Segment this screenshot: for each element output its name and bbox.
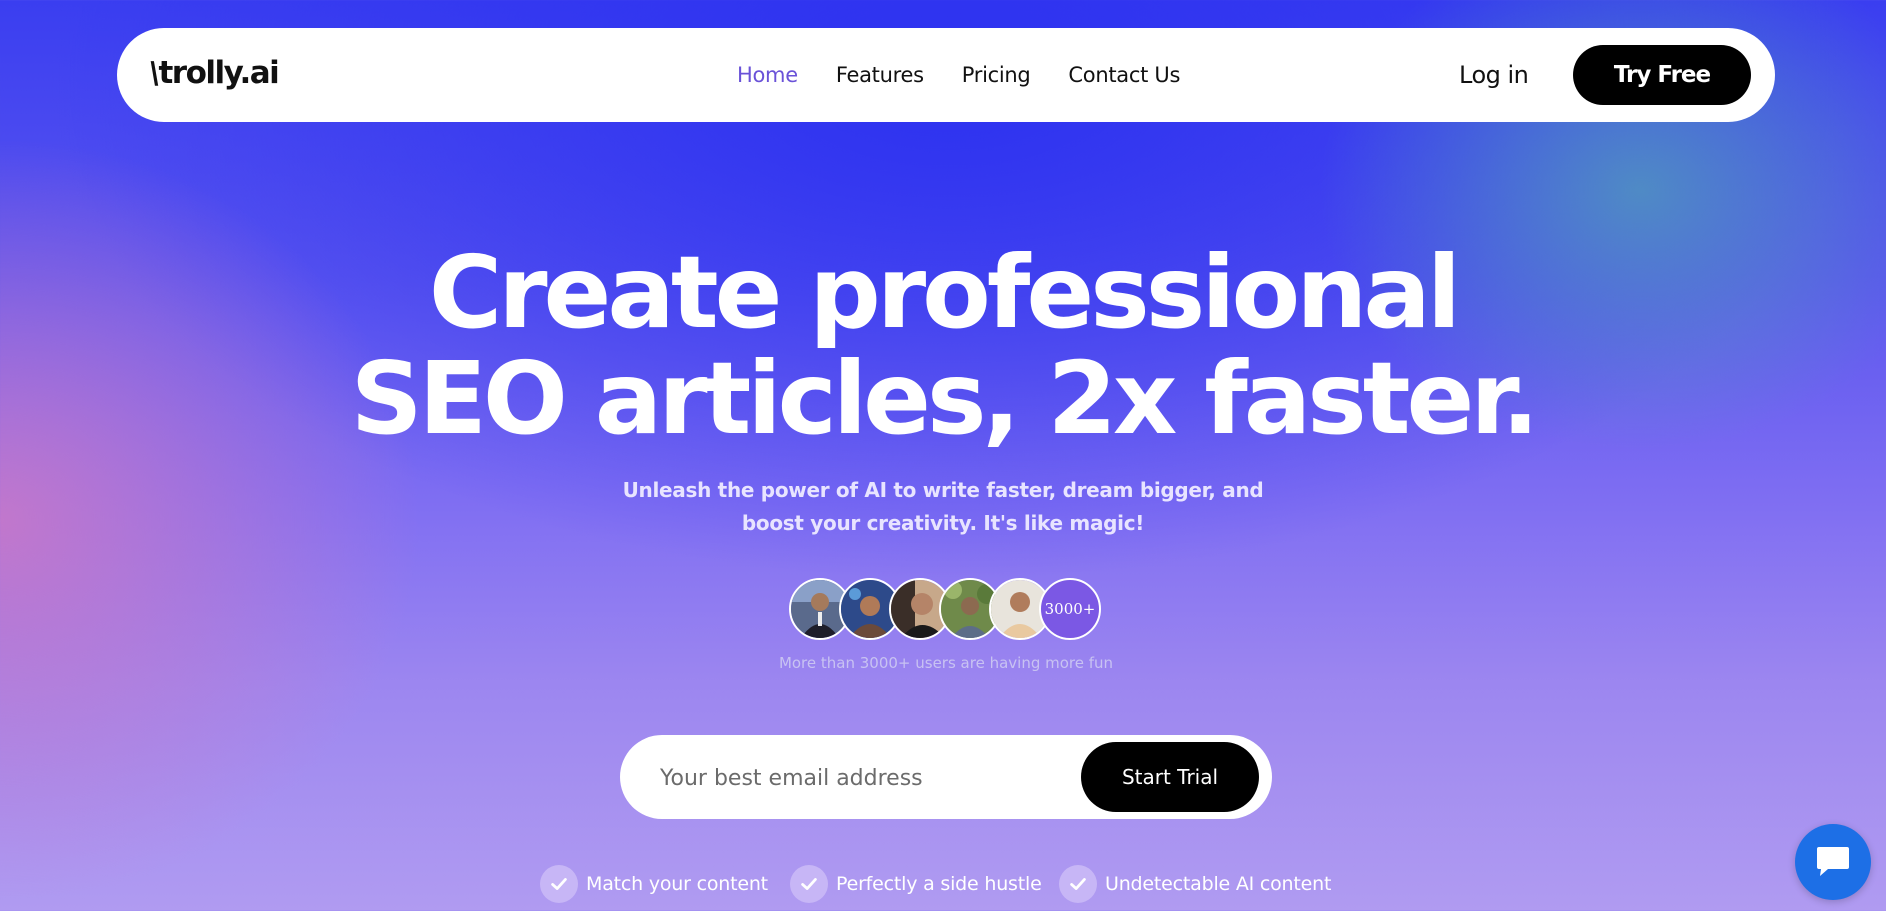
hero-title-line-2: SEO articles, 2x faster. <box>350 340 1540 457</box>
check-icon <box>1059 865 1097 903</box>
check-icon <box>540 865 578 903</box>
email-signup-form: Start Trial <box>620 735 1272 819</box>
trolly-logo[interactable]: \ trolly.ai <box>147 48 280 98</box>
feature-list: Match your content Perfectly a side hust… <box>0 864 1886 904</box>
nav-link-contact-us[interactable]: Contact Us <box>1068 63 1180 87</box>
feature-label: Match your content <box>586 873 768 895</box>
hero-subtitle: Unleash the power of AI to write faster,… <box>622 478 1264 535</box>
chat-widget-button[interactable] <box>1795 824 1871 900</box>
feature-label: Undetectable AI content <box>1105 873 1332 895</box>
chat-icon <box>1817 847 1849 876</box>
top-navbar: \ trolly.ai Home Features Pricing Contact… <box>117 28 1775 122</box>
hero-title-line-1: Create professional <box>428 234 1461 351</box>
nav-link-pricing[interactable]: Pricing <box>962 63 1031 87</box>
try-free-button[interactable]: Try Free <box>1573 45 1751 105</box>
users-count-text: More than 3000+ users are having more fu… <box>778 654 1114 672</box>
login-link[interactable]: Log in <box>1459 28 1529 122</box>
start-trial-button[interactable]: Start Trial <box>1081 742 1259 812</box>
hero-title: Create professional SEO articles, 2x fas… <box>0 240 1886 452</box>
email-input[interactable] <box>658 751 1082 805</box>
user-avatars: 3000+ <box>789 578 1101 640</box>
nav-link-features[interactable]: Features <box>836 63 924 87</box>
user-count-badge: 3000+ <box>1039 578 1101 640</box>
logo-text: trolly.ai <box>158 55 279 91</box>
feature-item: Match your content <box>540 864 768 904</box>
feature-item: Perfectly a side hustle <box>790 864 1042 904</box>
feature-item: Undetectable AI content <box>1059 864 1331 904</box>
feature-label: Perfectly a side hustle <box>836 873 1042 895</box>
nav-link-home[interactable]: Home <box>737 63 798 87</box>
check-icon <box>790 865 828 903</box>
nav-links: Home Features Pricing Contact Us <box>737 28 1180 122</box>
